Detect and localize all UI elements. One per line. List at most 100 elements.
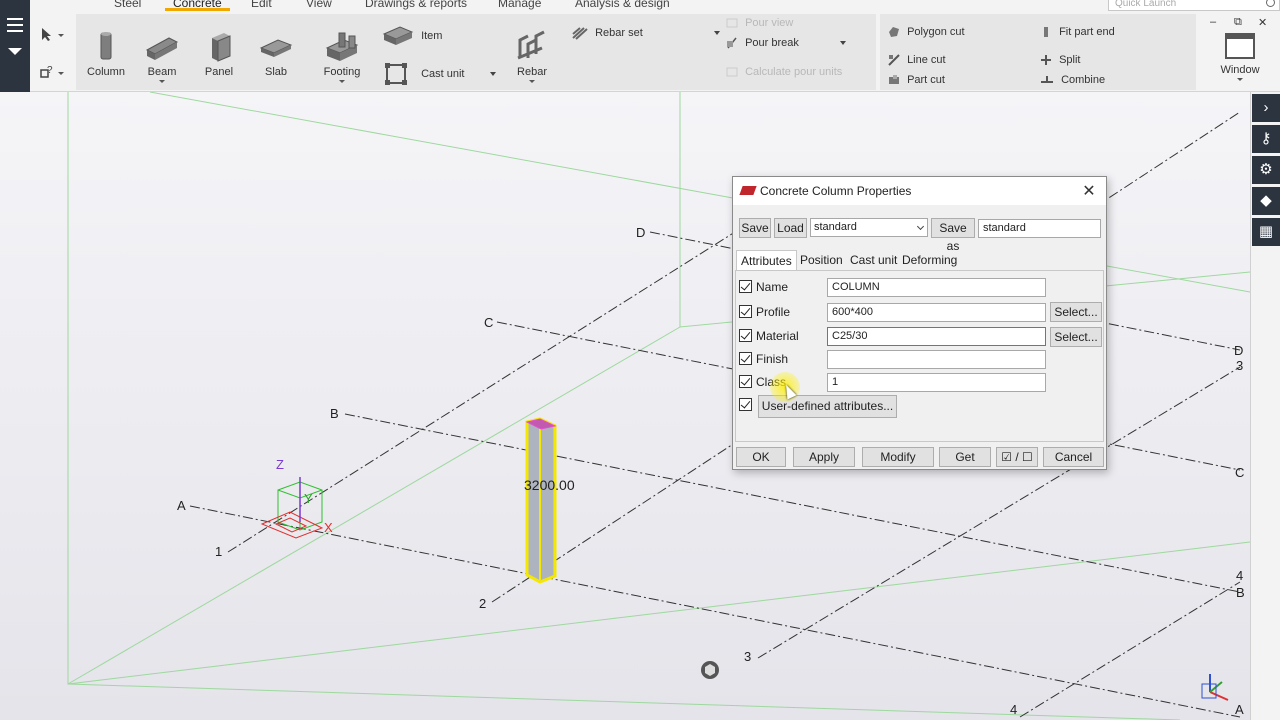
polygon-cut-button[interactable]: Polygon cut: [888, 26, 965, 38]
grid-label-d-right: D: [1234, 343, 1243, 358]
close-view-icon[interactable]: ✕: [1258, 16, 1267, 29]
rebar-set-button[interactable]: Rebar set: [572, 26, 720, 40]
concrete-column-properties-dialog: Concrete Column Properties ✕ Save Load s…: [732, 176, 1107, 470]
part-cut-button[interactable]: Part cut: [888, 74, 945, 86]
pour-break-dropdown-icon[interactable]: [839, 41, 846, 46]
column-button[interactable]: Column: [78, 30, 134, 78]
beam-button[interactable]: Beam: [134, 30, 190, 83]
part-cut-label: Part cut: [907, 74, 945, 86]
toggle-all-checkboxes-button[interactable]: ☑ / ☐: [996, 447, 1038, 467]
load-button[interactable]: Load: [774, 218, 807, 238]
view-cube-icon[interactable]: [701, 661, 719, 679]
gear-icon[interactable]: ⚙: [1252, 156, 1280, 184]
profile-label: Profile: [756, 305, 791, 319]
combine-button[interactable]: Combine: [1040, 74, 1105, 86]
fit-part-end-button[interactable]: Fit part end: [1040, 26, 1115, 38]
footing-button[interactable]: Footing: [314, 30, 370, 83]
beam-label: Beam: [147, 66, 177, 78]
line-cut-button[interactable]: Line cut: [888, 54, 946, 66]
pour-view-button[interactable]: Pour view: [726, 17, 793, 29]
edit-panel: Polygon cut Line cut Part cut Fit part e…: [880, 14, 1196, 90]
name-field[interactable]: COLUMN: [827, 278, 1046, 297]
cast-unit-dropdown-icon[interactable]: [489, 72, 496, 76]
selection-panel: ?: [32, 14, 68, 90]
preset-select-value: standard: [814, 221, 857, 233]
tab-analysis-design[interactable]: Analysis & design: [575, 0, 670, 10]
tab-concrete[interactable]: Concrete: [165, 0, 230, 11]
user-defined-checkbox[interactable]: [739, 398, 752, 411]
collapse-arrow-icon[interactable]: [8, 48, 22, 55]
finish-field[interactable]: [827, 350, 1046, 369]
minimize-icon[interactable]: –: [1210, 16, 1216, 28]
material-select-button[interactable]: Select...: [1050, 327, 1102, 347]
material-field[interactable]: C25/30: [827, 327, 1046, 346]
hamburger-menu-icon[interactable]: [7, 18, 23, 36]
cast-unit-button[interactable]: Cast unit: [382, 62, 496, 86]
save-button[interactable]: Save: [739, 218, 771, 238]
calculate-pour-units-button[interactable]: Calculate pour units: [726, 66, 842, 78]
profile-select-button[interactable]: Select...: [1050, 302, 1102, 322]
dialog-titlebar[interactable]: Concrete Column Properties ✕: [733, 177, 1106, 205]
window-button[interactable]: Window: [1212, 32, 1268, 81]
window-icon: [1225, 33, 1255, 59]
coordinate-symbol: [260, 477, 324, 539]
get-button[interactable]: Get: [939, 447, 991, 467]
modify-button[interactable]: Modify: [862, 447, 934, 467]
tab-steel[interactable]: Steel: [114, 0, 141, 10]
cancel-button[interactable]: Cancel: [1043, 447, 1104, 467]
material-checkbox[interactable]: [739, 329, 752, 342]
tab-drawings-reports[interactable]: Drawings & reports: [365, 0, 467, 10]
cube-icon[interactable]: ◆: [1252, 187, 1280, 215]
right-toolbar: › ⚷ ⚙ ◆ ▦: [1250, 92, 1280, 720]
rebar-set-dropdown-icon[interactable]: [713, 31, 720, 35]
save-as-button[interactable]: Save as: [931, 218, 975, 253]
tab-cast-unit[interactable]: Cast unit: [846, 250, 901, 271]
pour-view-icon: [726, 18, 738, 28]
key-settings-icon[interactable]: ⚷: [1252, 125, 1280, 153]
tab-attributes[interactable]: Attributes: [736, 250, 797, 271]
layout-icon[interactable]: ▦: [1252, 218, 1280, 246]
rebar-set-label: Rebar set: [595, 26, 643, 39]
finish-checkbox[interactable]: [739, 352, 752, 365]
class-checkbox[interactable]: [739, 375, 752, 388]
class-field[interactable]: 1: [827, 373, 1046, 392]
ribbon: Steel Concrete Edit View Drawings & repo…: [30, 0, 1280, 92]
pour-break-button[interactable]: Pour break: [726, 37, 846, 49]
chevron-right-icon[interactable]: ›: [1252, 94, 1280, 122]
pour-break-icon: [727, 37, 737, 49]
save-as-field[interactable]: standard: [978, 219, 1101, 238]
item-button[interactable]: Item: [382, 24, 442, 48]
panel-button[interactable]: Panel: [191, 30, 247, 78]
profile-checkbox[interactable]: [739, 305, 752, 318]
calculate-pour-units-label: Calculate pour units: [745, 66, 843, 78]
dialog-title: Concrete Column Properties: [760, 184, 912, 198]
apply-button[interactable]: Apply: [793, 447, 855, 467]
grid-label-4-right: 4: [1236, 568, 1243, 583]
restore-icon[interactable]: ⧉: [1234, 16, 1242, 29]
line-cut-label: Line cut: [907, 54, 946, 66]
profile-field[interactable]: 600*400: [827, 303, 1046, 322]
close-icon[interactable]: ✕: [1080, 181, 1098, 201]
snap-settings-icon[interactable]: ?: [38, 64, 66, 80]
ok-button[interactable]: OK: [736, 447, 786, 467]
split-button[interactable]: Split: [1040, 54, 1080, 66]
tab-position[interactable]: Position: [796, 250, 847, 271]
concrete-column[interactable]: [525, 417, 557, 584]
quick-launch-input[interactable]: Quick Launch: [1108, 0, 1280, 11]
tab-manage[interactable]: Manage: [498, 0, 541, 10]
grid-line-a: [189, 505, 1241, 718]
tab-view[interactable]: View: [306, 0, 332, 10]
tab-deforming[interactable]: Deforming: [898, 250, 961, 271]
split-label: Split: [1059, 54, 1081, 66]
name-checkbox[interactable]: [739, 280, 752, 293]
grid-label-4: 4: [1010, 702, 1017, 717]
column-icon: [100, 32, 112, 60]
rebar-button[interactable]: Rebar: [504, 30, 560, 83]
search-icon[interactable]: [1266, 0, 1275, 7]
slab-button[interactable]: Slab: [248, 30, 304, 78]
grid-label-d: D: [636, 225, 645, 240]
tab-edit[interactable]: Edit: [251, 0, 272, 10]
grid-label-c: C: [484, 315, 493, 330]
select-pointer-icon[interactable]: [38, 26, 66, 42]
preset-select[interactable]: standard: [810, 218, 928, 237]
